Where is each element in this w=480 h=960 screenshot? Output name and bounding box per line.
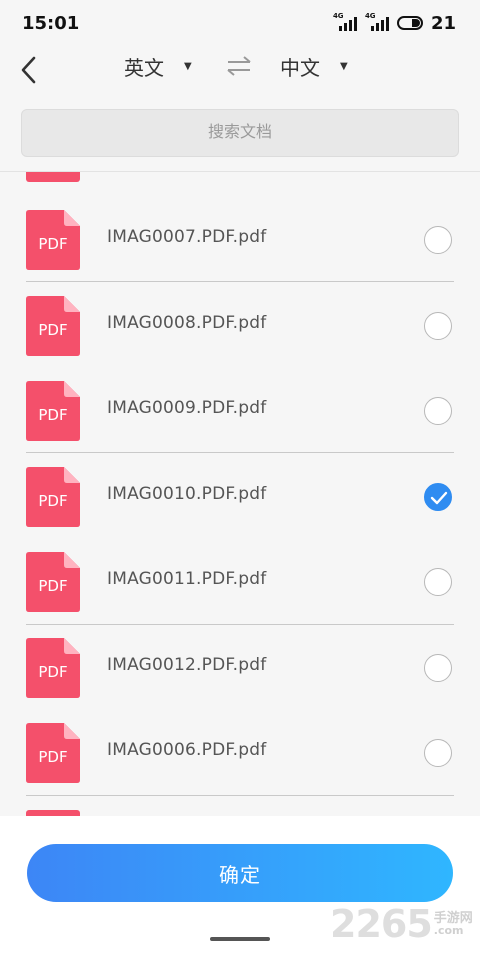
file-name: IMAG0008.PDF.pdf	[107, 312, 267, 333]
pdf-file-icon: PDF	[26, 552, 80, 612]
file-row[interactable]: PDF IMAG0012.PDF.pdf	[0, 624, 480, 709]
pdf-icon-label: PDF	[38, 492, 67, 510]
pdf-file-icon	[26, 172, 80, 182]
file-list[interactable]: PDF IMAG0007.PDF.pdf PDF IMAG0008.PDF.pd…	[0, 172, 480, 816]
file-name: IMAG0012.PDF.pdf	[107, 654, 267, 675]
pdf-icon-label: PDF	[38, 577, 67, 595]
pdf-file-icon: PDF	[26, 723, 80, 783]
home-indicator[interactable]	[210, 937, 270, 941]
watermark-number: 2265	[330, 902, 433, 946]
search-input[interactable]	[21, 109, 459, 157]
swap-languages-icon[interactable]	[224, 54, 254, 78]
watermark-domain: .com	[433, 924, 464, 937]
pdf-icon-label: PDF	[38, 321, 67, 339]
file-name: IMAG0007.PDF.pdf	[107, 227, 267, 247]
language-bar: 英文 ▼ 中文 ▼	[0, 44, 480, 88]
signal-icon: 4G	[333, 12, 357, 32]
file-row[interactable]: PDF IMAG0010.PDF.pdf	[0, 453, 480, 538]
caret-down-icon: ▼	[184, 60, 192, 72]
file-row[interactable]: PDF IMAG0008.PDF.pdf	[0, 282, 480, 367]
signal-icon: 4G	[365, 12, 389, 32]
file-name: IMAG0009.PDF.pdf	[107, 398, 267, 418]
unchecked-radio-icon[interactable]	[424, 226, 452, 254]
pdf-icon-label: PDF	[38, 663, 67, 681]
back-icon[interactable]	[16, 50, 44, 86]
pdf-icon-label: PDF	[38, 748, 67, 766]
unchecked-radio-icon[interactable]	[424, 653, 452, 682]
file-name: IMAG0011.PDF.pdf	[107, 569, 267, 589]
target-language-label: 中文	[280, 55, 320, 80]
checked-radio-icon[interactable]	[424, 482, 452, 511]
file-row[interactable]: PDF IMAG0006.PDF.pdf	[0, 709, 480, 794]
battery-level: 21	[430, 12, 456, 34]
status-icons: 4G 4G 21	[333, 12, 456, 34]
divider	[26, 281, 454, 282]
unchecked-radio-icon[interactable]	[424, 739, 452, 767]
divider	[26, 624, 454, 625]
status-time: 15:01	[22, 12, 80, 34]
file-row[interactable]: PDF IMAG0009.PDF.pdf	[0, 367, 480, 452]
confirm-button[interactable]: 确定	[27, 844, 453, 902]
battery-icon	[396, 16, 423, 30]
source-language-label: 英文	[124, 55, 164, 80]
unchecked-radio-icon[interactable]	[424, 568, 452, 596]
file-name: IMAG0006.PDF.pdf	[107, 740, 267, 760]
pdf-file-icon: PDF	[26, 637, 80, 698]
divider	[26, 795, 454, 796]
watermark-logo: 2265 手游网 .com	[330, 902, 473, 946]
pdf-file-icon: PDF	[26, 295, 80, 356]
pdf-icon-label: PDF	[38, 235, 67, 253]
status-bar: 15:01 4G 4G 21	[0, 0, 480, 46]
pdf-file-icon: PDF	[26, 381, 80, 441]
pdf-file-icon: PDF	[26, 210, 80, 270]
file-row[interactable]: PDF IMAG0007.PDF.pdf	[0, 196, 480, 281]
pdf-file-icon: PDF	[26, 466, 80, 527]
pdf-icon-label: PDF	[38, 406, 67, 424]
file-row[interactable]: PDF IMAG0011.PDF.pdf	[0, 538, 480, 623]
file-name: IMAG0010.PDF.pdf	[107, 483, 267, 504]
target-language-dropdown[interactable]: 中文 ▼	[280, 50, 348, 82]
caret-down-icon: ▼	[340, 60, 348, 72]
unchecked-radio-icon[interactable]	[424, 311, 452, 340]
source-language-dropdown[interactable]: 英文 ▼	[124, 50, 192, 82]
divider	[26, 452, 454, 453]
unchecked-radio-icon[interactable]	[424, 397, 452, 425]
